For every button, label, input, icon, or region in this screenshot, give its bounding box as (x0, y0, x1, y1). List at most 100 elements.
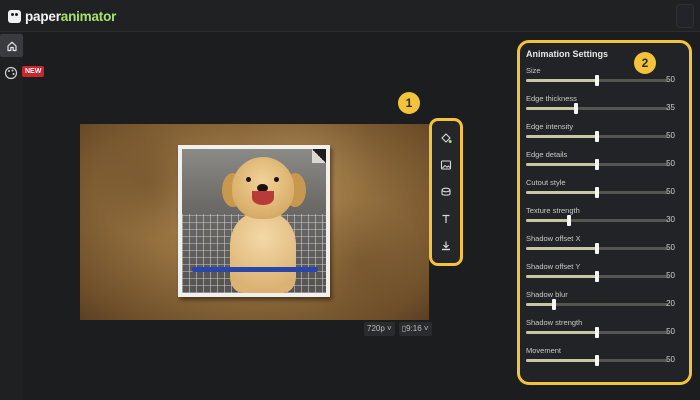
photo-image (182, 149, 326, 293)
slider-fill (526, 79, 597, 82)
shape-tool-button[interactable] (437, 183, 455, 201)
logo-text-paper: paper (25, 8, 61, 24)
image-tool-button[interactable] (437, 156, 455, 174)
setting-value: 50 (666, 75, 675, 84)
dog-eye-left (246, 177, 251, 182)
slider-track[interactable] (526, 243, 668, 254)
dog-body (230, 213, 296, 293)
slider-fill (526, 359, 597, 362)
fill-tool-button[interactable] (437, 129, 455, 147)
slider-fill (526, 191, 597, 194)
slider-thumb[interactable] (566, 215, 571, 226)
dog-mouth (252, 191, 274, 205)
home-button[interactable] (0, 34, 23, 57)
slider-fill (526, 135, 597, 138)
setting-label: Movement (526, 346, 562, 355)
slider-fill (526, 219, 569, 222)
palette-button[interactable] (4, 66, 18, 80)
setting-row: Edge intensity 50 (526, 122, 681, 150)
marker-2: 2 (634, 52, 656, 74)
photo-corner-curl (312, 149, 326, 163)
slider-track[interactable] (526, 187, 668, 198)
setting-row: Shadow blur 20 (526, 290, 681, 318)
setting-value: 50 (666, 243, 675, 252)
setting-value: 50 (666, 131, 675, 140)
setting-value: 50 (666, 327, 675, 336)
resolution-value: 720p (367, 324, 385, 333)
setting-value: 20 (666, 299, 675, 308)
palette-icon (4, 66, 18, 80)
setting-value: 50 (666, 159, 675, 168)
slider-fill (526, 107, 576, 110)
slider-thumb[interactable] (595, 271, 599, 282)
setting-label: Cutout style (526, 178, 566, 187)
logo-icon (8, 9, 21, 23)
setting-label: Edge thickness (526, 94, 577, 103)
slider-thumb[interactable] (595, 327, 599, 338)
setting-label: Edge details (526, 150, 568, 159)
slider-thumb[interactable] (595, 159, 599, 170)
text-icon (442, 214, 450, 223)
slider-fill (526, 303, 555, 306)
fill-icon (441, 133, 452, 144)
setting-label: Shadow offset X (526, 234, 581, 243)
left-rail (0, 32, 23, 400)
slider-track[interactable] (526, 215, 668, 226)
slider-track[interactable] (526, 355, 668, 366)
slider-thumb[interactable] (595, 243, 599, 254)
setting-label: Shadow blur (526, 290, 568, 299)
animation-settings-panel: Animation Settings Size 50 Edge thickness 3… (517, 40, 692, 385)
panel-title: Animation Settings (526, 49, 609, 59)
slider-thumb[interactable] (552, 299, 557, 310)
marker-1: 1 (398, 92, 420, 114)
setting-value: 50 (666, 355, 675, 364)
slider-track[interactable] (526, 299, 668, 310)
app-logo[interactable]: paper animator (8, 8, 116, 24)
settings-list: Size 50 Edge thickness 35 Edge intensity 50 Ed… (526, 66, 681, 374)
setting-row: Cutout style 50 (526, 178, 681, 206)
slider-fill (526, 275, 597, 278)
setting-row: Shadow strength 50 (526, 318, 681, 346)
setting-value: 35 (666, 103, 675, 112)
slider-thumb[interactable] (595, 75, 599, 86)
image-icon (440, 160, 452, 170)
slider-thumb[interactable] (573, 103, 578, 114)
setting-row: Edge details 50 (526, 150, 681, 178)
slider-track[interactable] (526, 75, 668, 86)
slider-track[interactable] (526, 327, 668, 338)
setting-row: Shadow offset Y 50 (526, 262, 681, 290)
slider-thumb[interactable] (595, 131, 599, 142)
resolution-select[interactable]: 720p ˅ (364, 322, 395, 336)
canvas-toolbar (429, 118, 463, 266)
setting-row: Size 50 (526, 66, 681, 94)
download-icon (442, 241, 450, 250)
slider-fill (526, 163, 597, 166)
home-icon (6, 41, 17, 51)
slider-thumb[interactable] (595, 187, 599, 198)
setting-label: Size (526, 66, 541, 75)
setting-value: 50 (666, 187, 675, 196)
shape-icon (441, 187, 451, 196)
slider-thumb[interactable] (595, 355, 599, 366)
setting-label: Shadow strength (526, 318, 583, 327)
puppy-photo-cutout[interactable] (178, 145, 330, 297)
slider-track[interactable] (526, 271, 668, 282)
setting-value: 30 (666, 215, 675, 224)
slider-fill (526, 247, 597, 250)
setting-row: Movement 50 (526, 346, 681, 374)
setting-row: Texture strength 30 (526, 206, 681, 234)
setting-value: 50 (666, 271, 675, 280)
setting-row: Edge thickness 35 (526, 94, 681, 122)
download-tool-button[interactable] (437, 237, 455, 255)
aspect-ratio-select[interactable]: ▯9:16 ˅ (398, 322, 432, 336)
top-right-button[interactable] (676, 4, 694, 28)
canvas-format-controls: 720p ˅ ▯9:16 ˅ (364, 322, 432, 336)
slider-track[interactable] (526, 103, 668, 114)
setting-label: Texture strength (526, 206, 580, 215)
setting-row: Shadow offset X 50 (526, 234, 681, 262)
slider-track[interactable] (526, 159, 668, 170)
text-tool-button[interactable] (437, 210, 455, 228)
slider-fill (526, 331, 597, 334)
dog-eye-right (274, 177, 279, 182)
slider-track[interactable] (526, 131, 668, 142)
